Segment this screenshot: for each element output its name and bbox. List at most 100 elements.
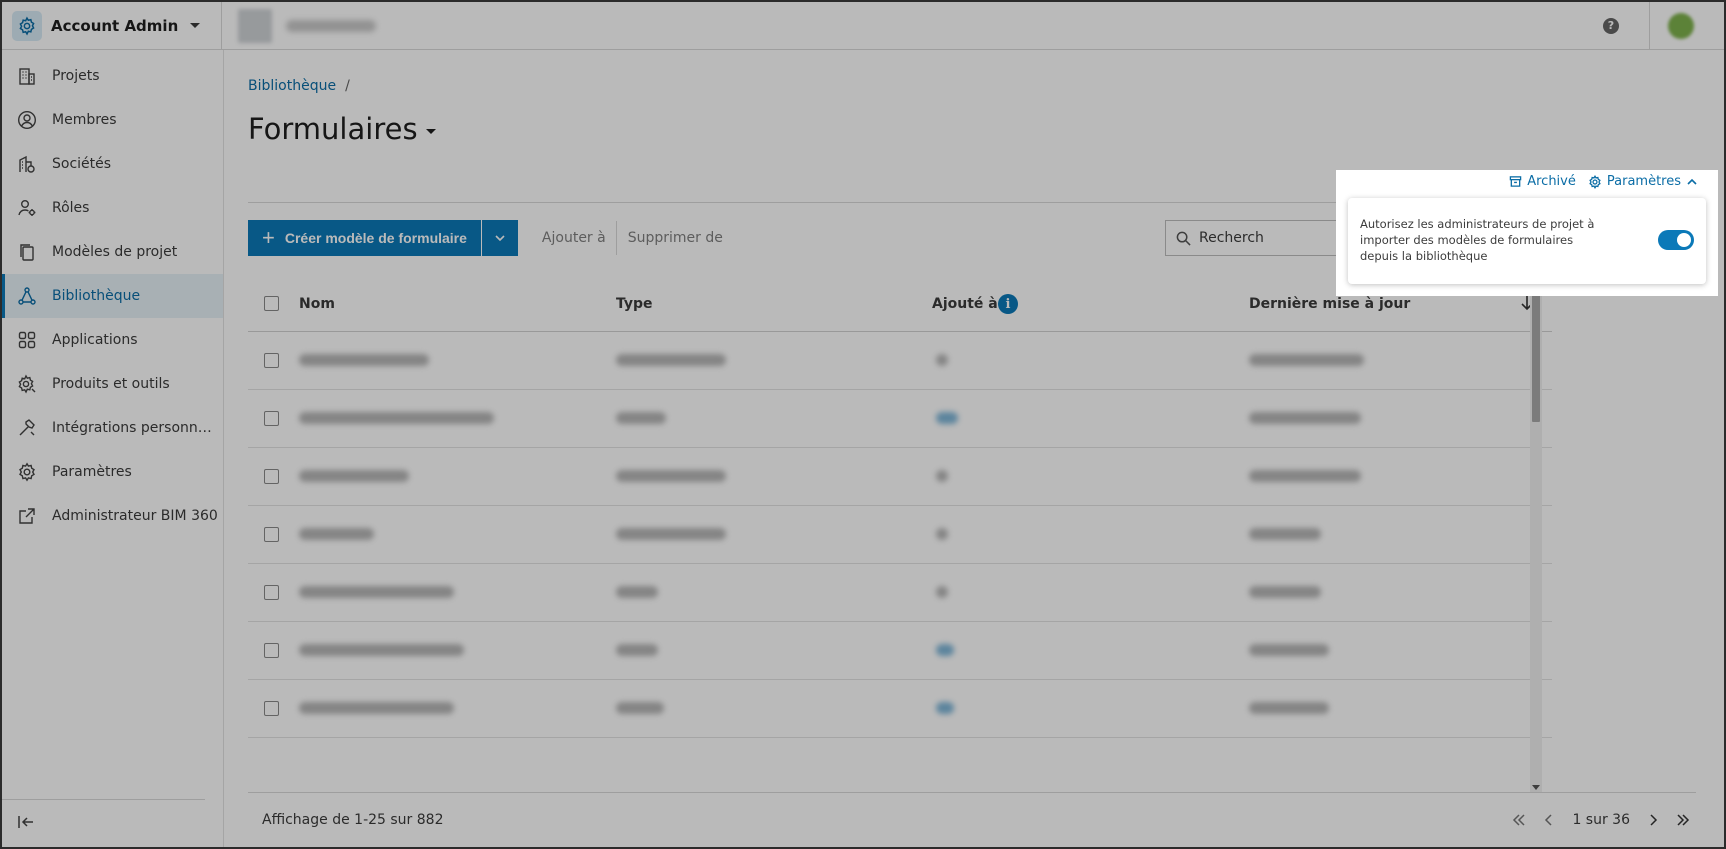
row-checkbox[interactable] [264,469,279,484]
add-to-button[interactable]: Ajouter à [542,230,606,246]
project-name-redacted[interactable] [286,19,376,32]
redacted-added [936,470,948,482]
redacted-date [1249,702,1329,714]
collapse-sidebar-button[interactable] [2,799,205,847]
project-thumbnail[interactable] [238,8,272,43]
import-permission-toggle[interactable] [1658,230,1694,250]
table-row[interactable] [248,506,1552,564]
help-icon[interactable]: ? [1603,17,1619,34]
import-permission-text: Autorisez les administrateurs de projet … [1360,217,1595,263]
row-checkbox[interactable] [264,411,279,426]
collapse-icon [16,812,36,836]
column-header-type[interactable]: Type [616,296,653,312]
company-icon [16,153,38,175]
column-header-name[interactable]: Nom [299,296,335,312]
column-header-last-updated[interactable]: Dernière mise à jour [1249,296,1410,312]
redacted-type [616,586,658,598]
redacted-added [936,354,948,366]
plus-icon: + [262,225,275,250]
archive-label: Archivé [1527,174,1576,189]
settings-toggle-button[interactable]: Paramètres [1588,174,1698,189]
sidebar-item-label: Administrateur BIM 360 [52,508,218,524]
redacted-date [1249,586,1321,598]
settings-label: Paramètres [1606,174,1681,189]
tools-gear-icon [16,373,38,395]
row-checkbox[interactable] [264,643,279,658]
roles-icon [16,197,38,219]
redacted-added [936,586,948,598]
table-row[interactable] [248,390,1552,448]
row-checkbox[interactable] [264,585,279,600]
redacted-type [616,412,666,424]
sidebar-item-label: Intégrations personnalisées [52,420,220,436]
previous-page-icon[interactable] [1542,810,1556,830]
create-form-template-button[interactable]: + Créer modèle de formulaire [248,220,481,256]
sidebar-item-label: Applications [52,332,138,348]
sidebar-item-companies[interactable]: Sociétés [2,142,223,186]
redacted-date [1249,354,1364,366]
archive-icon [1509,176,1522,187]
table-scrollbar[interactable] [1530,262,1542,792]
redacted-name [299,354,429,366]
next-page-icon[interactable] [1646,810,1660,830]
settings-card: Autorisez les administrateurs de projet … [1348,198,1706,284]
sidebar-item-applications[interactable]: Applications [2,318,223,362]
search-icon [1176,231,1191,246]
remove-from-button[interactable]: Supprimer de [628,230,723,246]
gear-logo-icon [12,10,42,41]
avatar[interactable] [1668,12,1694,39]
redacted-type [616,470,726,482]
sidebar-item-settings[interactable]: Paramètres [2,450,223,494]
column-header-added-to[interactable]: Ajouté à [932,296,998,312]
sidebar-item-roles[interactable]: Rôles [2,186,223,230]
redacted-date [1249,528,1321,540]
archive-button[interactable]: Archivé [1509,174,1576,189]
grid-icon [16,329,38,351]
sidebar-item-project-templates[interactable]: Modèles de projet [2,230,223,274]
redacted-name [299,644,464,656]
row-checkbox[interactable] [264,353,279,368]
last-page-icon[interactable] [1676,810,1690,830]
sidebar-item-label: Projets [52,68,100,84]
table-row[interactable] [248,332,1552,390]
row-checkbox[interactable] [264,527,279,542]
app-window: Account Admin ? Projets Membres Sociétés… [0,0,1726,849]
external-link-icon [16,505,38,527]
sidebar-item-bim360-admin[interactable]: Administrateur BIM 360 [2,494,223,538]
info-icon[interactable]: i [998,294,1018,314]
redacted-added [936,528,948,540]
breadcrumb-library-link[interactable]: Bibliothèque [248,78,336,94]
sidebar-item-library[interactable]: Bibliothèque [2,274,223,318]
redacted-type [616,644,658,656]
redacted-added [936,644,954,656]
page-title: Formulaires [248,112,418,146]
redacted-type [616,354,726,366]
sidebar-item-products-tools[interactable]: Produits et outils [2,362,223,406]
pagination: 1 sur 36 [1512,810,1690,830]
app-name: Account Admin [51,16,179,35]
create-form-template-label: Créer modèle de formulaire [284,230,467,246]
table-row[interactable] [248,622,1552,680]
scroll-down-arrow-icon[interactable] [1532,785,1540,790]
settings-popover: Archivé Paramètres Autorisez les adminis… [1336,170,1718,296]
table-row[interactable] [248,680,1552,738]
sidebar-item-members[interactable]: Membres [2,98,223,142]
template-icon [16,241,38,263]
sidebar-item-projects[interactable]: Projets [2,54,223,98]
divider [1649,2,1650,50]
row-checkbox[interactable] [264,701,279,716]
sidebar-item-label: Produits et outils [52,376,170,392]
redacted-date [1249,644,1329,656]
sidebar-item-custom-integrations[interactable]: Intégrations personnalisées [2,406,223,450]
gear-icon [16,461,38,483]
sidebar-item-label: Sociétés [52,156,112,172]
first-page-icon[interactable] [1512,810,1526,830]
create-options-dropdown-button[interactable] [481,220,518,256]
select-all-checkbox[interactable] [264,296,279,311]
redacted-type [616,528,726,540]
chevron-down-icon [495,235,505,242]
page-title-dropdown[interactable]: Formulaires [248,112,436,146]
app-switcher[interactable]: Account Admin [2,2,222,50]
table-row[interactable] [248,564,1552,622]
table-row[interactable] [248,448,1552,506]
